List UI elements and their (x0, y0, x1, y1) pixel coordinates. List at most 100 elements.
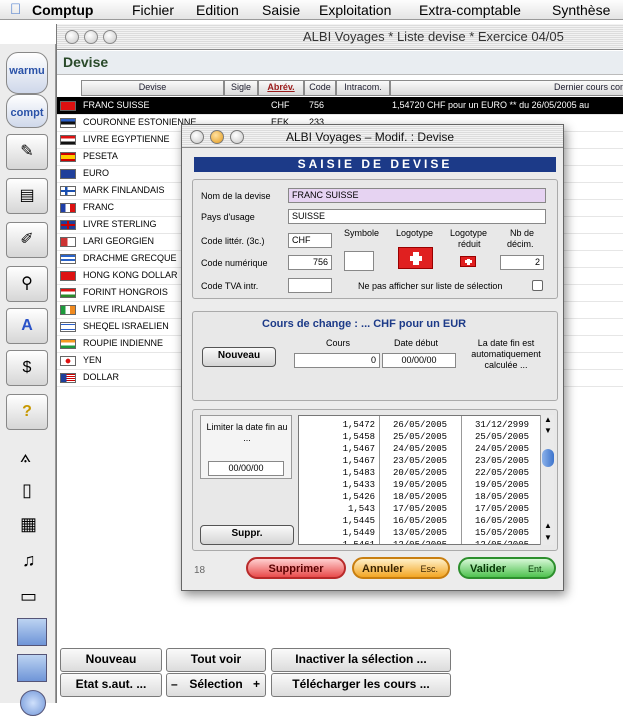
nb-decim-label-1: Nb de (510, 228, 535, 238)
history-scrollbar[interactable]: ▲ ▼ ▲ ▼ (540, 415, 554, 545)
history-date-fin: 18/05/2005 (474, 492, 529, 502)
code-numerique-field[interactable]: 756 (288, 255, 332, 270)
pencil-paper-icon[interactable]: ✎ (6, 134, 48, 170)
currency-name: YEN (83, 355, 102, 365)
help-question-icon[interactable]: ? (6, 394, 48, 430)
zoom-icon[interactable] (103, 30, 117, 44)
document-icon[interactable]: ▯ (22, 480, 32, 501)
drafting-tools-icon[interactable]: ✐ (6, 222, 48, 258)
selection-button[interactable]: – Sélection + (166, 673, 266, 697)
annuler-button[interactable]: Annuler Esc. (352, 557, 450, 579)
swiss-flag-small-icon[interactable] (460, 256, 476, 267)
annuler-label: Annuler (362, 563, 404, 575)
list-window-title: ALBI Voyages * Liste devise * Exercice 0… (303, 29, 564, 44)
history-date-debut: 18/05/2005 (392, 492, 447, 502)
nom-devise-field[interactable]: FRANC SUISSE (288, 188, 546, 203)
close-icon[interactable] (190, 130, 204, 144)
etat-button[interactable]: Etat s.aut. ... (60, 673, 162, 697)
clapper-icon[interactable]: ▦ (20, 514, 37, 535)
zoom-icon[interactable] (230, 130, 244, 144)
list-window-titlebar[interactable]: ALBI Voyages * Liste devise * Exercice 0… (57, 24, 623, 50)
scroll-up-icon[interactable]: ▲ (542, 521, 554, 531)
nouveau-button[interactable]: Nouveau (60, 648, 162, 672)
selection-label: Sélection (189, 677, 243, 691)
globe-icon[interactable] (20, 690, 46, 716)
code-numerique-label: Code numérique (201, 258, 268, 268)
hungary-flag-icon (60, 288, 76, 298)
ne-pas-afficher-checkbox[interactable] (532, 280, 543, 291)
scroll-down-icon[interactable]: ▼ (542, 426, 554, 436)
column-header-intracom[interactable]: Intracom. (336, 80, 390, 96)
currency-name: DRACHME GRECQUE (83, 253, 177, 263)
code-tva-field[interactable] (288, 278, 332, 293)
menu-synthese[interactable]: Synthèse (552, 1, 610, 19)
close-icon[interactable] (65, 30, 79, 44)
menu-edition[interactable]: Edition (196, 1, 239, 19)
compass-icon[interactable]: ⟑ (20, 446, 31, 467)
tout-voir-button[interactable]: Tout voir (166, 648, 266, 672)
currency-name: LIVRE STERLING (83, 219, 157, 229)
cours-input[interactable]: 0 (294, 353, 380, 368)
telecharger-cours-button[interactable]: Télécharger les cours ... (271, 673, 451, 697)
magnifier-icon[interactable]: ⚲ (6, 266, 48, 302)
folder-icon[interactable] (17, 654, 47, 682)
currency-name: DOLLAR (83, 372, 120, 382)
minimize-icon[interactable] (210, 130, 224, 144)
dialog-title: ALBI Voyages – Modif. : Devise (286, 130, 455, 144)
compt-logo-button[interactable]: compt (6, 94, 48, 128)
nb-decimales-field[interactable]: 2 (500, 255, 544, 270)
limiter-date-label: Limiter la date fin au ... (206, 422, 288, 443)
dialog-titlebar[interactable]: ALBI Voyages – Modif. : Devise (182, 125, 563, 148)
date-debut-input[interactable]: 00/00/00 (382, 353, 456, 368)
pays-usage-field[interactable]: SUISSE (288, 209, 546, 224)
music-note-icon[interactable]: ♫ (22, 550, 36, 571)
currency-name: LARI GEORGIEN (83, 236, 155, 246)
history-cours: 1,5472 (342, 420, 375, 430)
menu-saisie[interactable]: Saisie (262, 1, 300, 19)
cours-history-list[interactable]: 1,5472 26/05/2005 31/12/2999 1,5458 25/05/20… (298, 415, 546, 545)
column-header-code[interactable]: Code (304, 80, 336, 96)
currency-row[interactable]: FRANC SUISSE CHF 756 1,54720 CHF pour un EU… (57, 97, 623, 115)
suppr-cours-button[interactable]: Suppr. (200, 525, 294, 545)
menu-exploitation[interactable]: Exploitation (319, 1, 391, 19)
valider-button[interactable]: Valider Ent. (458, 557, 556, 579)
menu-fichier[interactable]: Fichier (132, 1, 174, 19)
column-header-devise[interactable]: Devise (81, 80, 224, 96)
history-cours: 1,543 (347, 504, 375, 514)
history-date-fin: 31/12/2999 (474, 420, 529, 430)
israel-flag-icon (60, 322, 76, 332)
money-bag-icon[interactable]: $ (6, 350, 48, 386)
scroll-thumb[interactable] (542, 449, 554, 467)
selection-minus-icon[interactable]: – (171, 674, 178, 694)
history-date-debut: 17/05/2005 (392, 504, 447, 514)
nouveau-cours-button[interactable]: Nouveau (202, 347, 276, 367)
tout-voir-label: Tout voir (190, 652, 242, 666)
column-header-abrev[interactable]: Abrév. (258, 80, 304, 96)
inactiver-selection-button[interactable]: Inactiver la sélection ... (271, 648, 451, 672)
inactiver-label: Inactiver la sélection ... (295, 652, 427, 666)
menu-bar:  Comptup Fichier Edition Saisie Exploit… (0, 0, 623, 20)
warmu-logo-button[interactable]: warmu (6, 52, 48, 94)
column-header-dernier-cours[interactable]: Dernier cours con (390, 80, 623, 96)
code-litteral-field[interactable]: CHF (288, 233, 332, 248)
menu-extra-comptable[interactable]: Extra-comptable (419, 1, 521, 19)
history-date-debut: 20/05/2005 (392, 468, 447, 478)
menu-app[interactable]: Comptup (32, 1, 93, 19)
scroll-up-icon[interactable]: ▲ (542, 415, 554, 425)
minimize-icon[interactable] (84, 30, 98, 44)
supprimer-button[interactable]: Supprimer (246, 557, 346, 579)
column-header-sigle[interactable]: Sigle (224, 80, 258, 96)
swiss-flag-logotype-icon[interactable] (398, 247, 433, 269)
currency-name: LIVRE EGYPTIENNE (83, 134, 170, 144)
japan-flag-icon (60, 356, 76, 366)
apple-menu-icon[interactable]:  (10, 1, 21, 18)
dialog-banner: SAISIE DE DEVISE (194, 157, 556, 172)
selection-plus-icon[interactable]: + (253, 674, 260, 694)
folder-icon[interactable] (17, 618, 47, 646)
symbole-field[interactable] (344, 251, 374, 271)
monitor-icon[interactable]: ▭ (20, 586, 37, 607)
font-a-icon[interactable]: A (6, 308, 48, 344)
ledger-book-icon[interactable]: ▤ (6, 178, 48, 214)
scroll-down-icon[interactable]: ▼ (542, 533, 554, 543)
limiter-date-field[interactable]: 00/00/00 (208, 461, 284, 476)
